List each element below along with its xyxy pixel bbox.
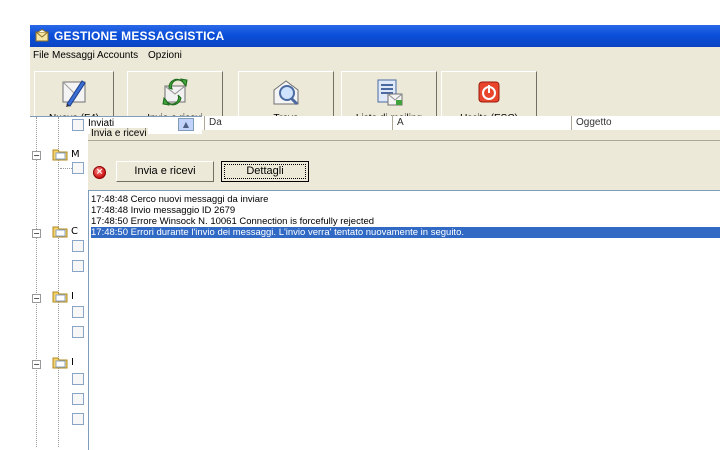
message-list-header: Da A Oggetto — [202, 116, 720, 130]
menu-opzioni[interactable]: Opzioni — [148, 50, 182, 61]
menu-accounts[interactable]: Accounts — [97, 50, 138, 61]
tree-leaf-icon — [72, 119, 84, 131]
menu-file[interactable]: File — [33, 50, 49, 61]
title-bar: GESTIONE MESSAGGISTICA — [30, 25, 720, 47]
window-title: GESTIONE MESSAGGISTICA — [54, 29, 225, 43]
tree-leaf-icon — [72, 373, 84, 385]
log-line[interactable]: 17:48:50 Errore Winsock N. 10061 Connect… — [91, 216, 374, 227]
column-header-to[interactable]: A — [392, 116, 577, 130]
power-off-icon — [478, 81, 500, 103]
column-header-subject[interactable]: Oggetto — [571, 116, 716, 130]
folder-icon — [52, 149, 68, 161]
log-line-selected[interactable]: 17:48:50 Errori durante l'invio dei mess… — [91, 227, 720, 238]
menu-bar: File Messaggi Accounts Opzioni — [30, 47, 720, 65]
send-receive-icon — [162, 78, 188, 106]
tree-collapse-toggle[interactable]: − — [32, 151, 41, 160]
tree-guide-line — [58, 117, 59, 447]
tree-leaf-icon — [72, 240, 84, 252]
scroll-up-button[interactable]: ▲ — [178, 118, 194, 131]
tree-folder-label[interactable]: I — [71, 291, 74, 302]
pen-paper-icon — [62, 80, 86, 107]
tree-leaf-icon — [72, 260, 84, 272]
focus-rect — [224, 164, 306, 179]
tree-leaf-icon — [72, 413, 84, 425]
stop-icon[interactable]: × — [93, 166, 106, 179]
dialog-caption: Invia e ricevi — [90, 128, 148, 139]
log-line[interactable]: 17:48:48 Invio messaggio ID 2679 — [91, 205, 235, 216]
tree-guide-line — [36, 117, 37, 447]
tree-branch — [60, 168, 72, 169]
send-receive-dialog: Invia e ricevi × Invia e ricevi Dettagli… — [88, 128, 720, 450]
tree-collapse-toggle[interactable]: − — [32, 294, 41, 303]
tree-leaf-icon — [72, 306, 84, 318]
menu-messaggi[interactable]: Messaggi — [52, 50, 95, 61]
folder-icon — [52, 291, 68, 303]
main-window: GESTIONE MESSAGGISTICA File Messaggi Acc… — [30, 25, 720, 450]
tree-collapse-toggle[interactable]: − — [32, 229, 41, 238]
tree-folder-label[interactable]: I — [71, 357, 74, 368]
tree-collapse-toggle[interactable]: − — [32, 360, 41, 369]
column-header-from[interactable]: Da — [204, 116, 389, 130]
log-line[interactable]: 17:48:48 Cerco nuovi messaggi da inviare — [91, 194, 268, 205]
envelope-icon — [35, 29, 49, 42]
dialog-send-receive-button[interactable]: Invia e ricevi — [116, 161, 214, 182]
tree-folder-label[interactable]: C — [71, 226, 78, 237]
tree-leaf-icon — [72, 326, 84, 338]
folder-icon — [52, 226, 68, 238]
tree-leaf-icon — [72, 393, 84, 405]
magnifier-envelope-icon — [273, 80, 299, 106]
mailing-list-icon — [377, 79, 403, 106]
tree-folder-label[interactable]: M — [71, 149, 80, 160]
log-list[interactable]: 17:48:48 Cerco nuovi messaggi da inviare… — [88, 190, 720, 450]
tree-leaf-icon — [72, 162, 84, 174]
folder-icon — [52, 357, 68, 369]
dialog-details-button[interactable]: Dettagli — [221, 161, 309, 182]
